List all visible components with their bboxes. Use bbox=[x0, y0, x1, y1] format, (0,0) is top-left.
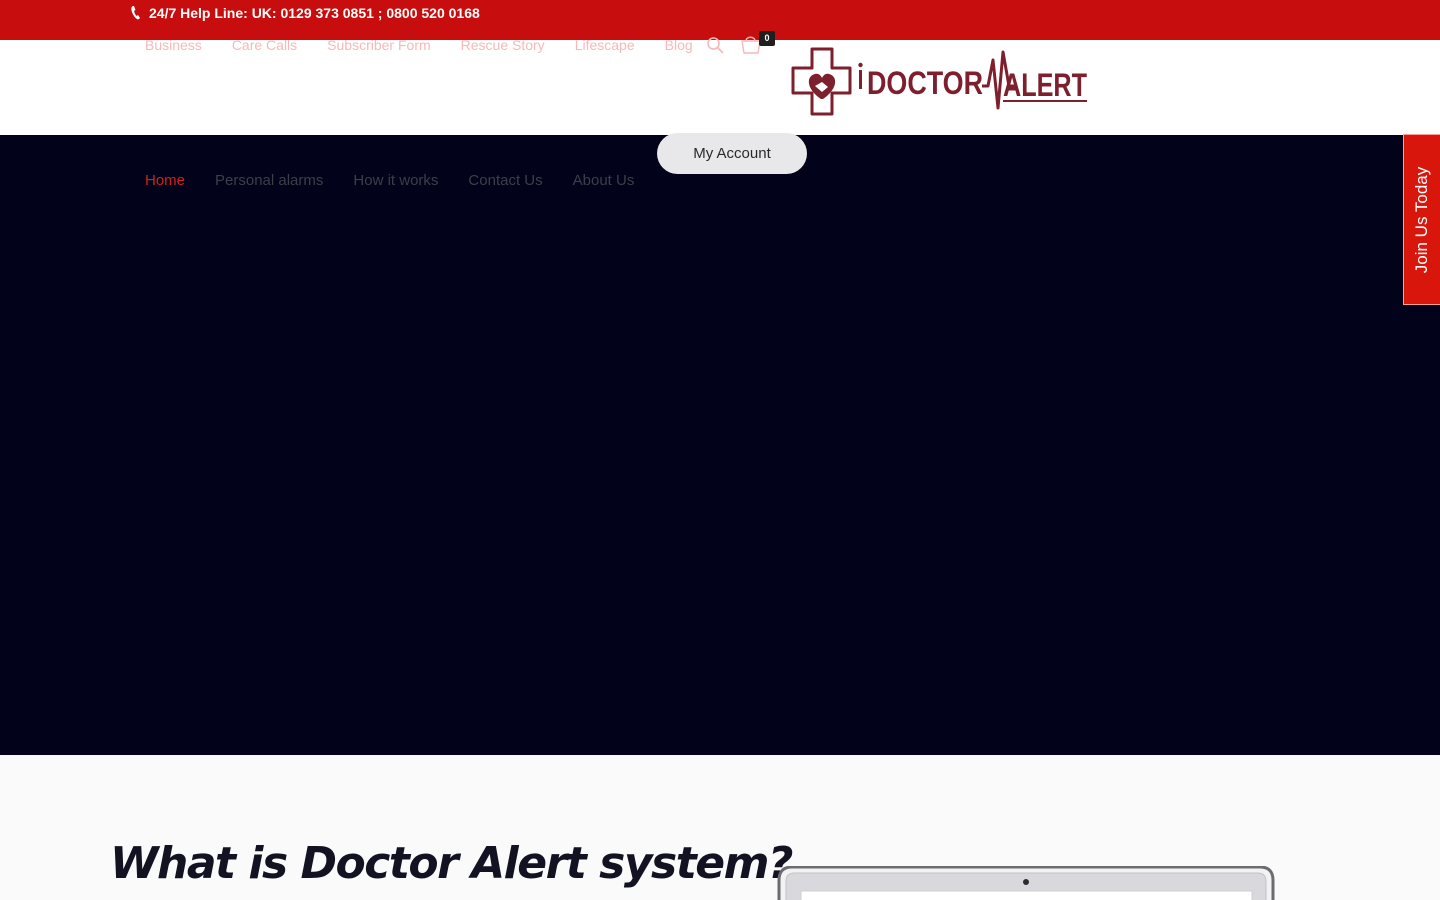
nav-subscriber-form[interactable]: Subscriber Form bbox=[327, 37, 430, 53]
svg-text:DOCTOR: DOCTOR bbox=[867, 65, 983, 101]
main-nav: Home Personal alarms How it works Contac… bbox=[145, 171, 664, 189]
nav-business[interactable]: Business bbox=[145, 37, 202, 53]
laptop-image bbox=[777, 866, 1275, 900]
svg-text:ALERT: ALERT bbox=[1003, 67, 1087, 103]
search-icon[interactable] bbox=[706, 36, 724, 54]
my-account-button[interactable]: My Account bbox=[657, 133, 807, 174]
section-title: What is Doctor Alert system? bbox=[110, 838, 793, 889]
cart-count-badge: 0 bbox=[759, 31, 775, 46]
nav-contact-us[interactable]: Contact Us bbox=[468, 172, 542, 189]
nav-blog[interactable]: Blog bbox=[665, 37, 693, 53]
help-line-text: 24/7 Help Line: UK: 0129 373 0851 ; 0800… bbox=[149, 5, 480, 21]
nav-personal-alarms[interactable]: Personal alarms bbox=[215, 172, 323, 189]
help-line: 24/7 Help Line: UK: 0129 373 0851 ; 0800… bbox=[131, 4, 480, 22]
doctor-alert-logo[interactable]: DOCTOR ALERT bbox=[790, 46, 1090, 118]
join-us-label: Join Us Today bbox=[1412, 166, 1431, 273]
nav-how-it-works[interactable]: How it works bbox=[353, 172, 438, 189]
phone-icon bbox=[131, 6, 140, 20]
top-help-bar: 24/7 Help Line: UK: 0129 373 0851 ; 0800… bbox=[0, 0, 1440, 40]
nav-about-us[interactable]: About Us bbox=[573, 172, 635, 189]
nav-care-calls[interactable]: Care Calls bbox=[232, 37, 297, 53]
join-us-tab[interactable]: Join Us Today bbox=[1403, 134, 1440, 305]
nav-rescue-story[interactable]: Rescue Story bbox=[461, 37, 545, 53]
nav-home[interactable]: Home bbox=[145, 172, 185, 189]
nav-lifescape[interactable]: Lifescape bbox=[575, 37, 635, 53]
hero-section bbox=[0, 135, 1440, 755]
secondary-nav: Business Care Calls Subscriber Form Resc… bbox=[145, 36, 723, 54]
site-header bbox=[0, 40, 1440, 135]
